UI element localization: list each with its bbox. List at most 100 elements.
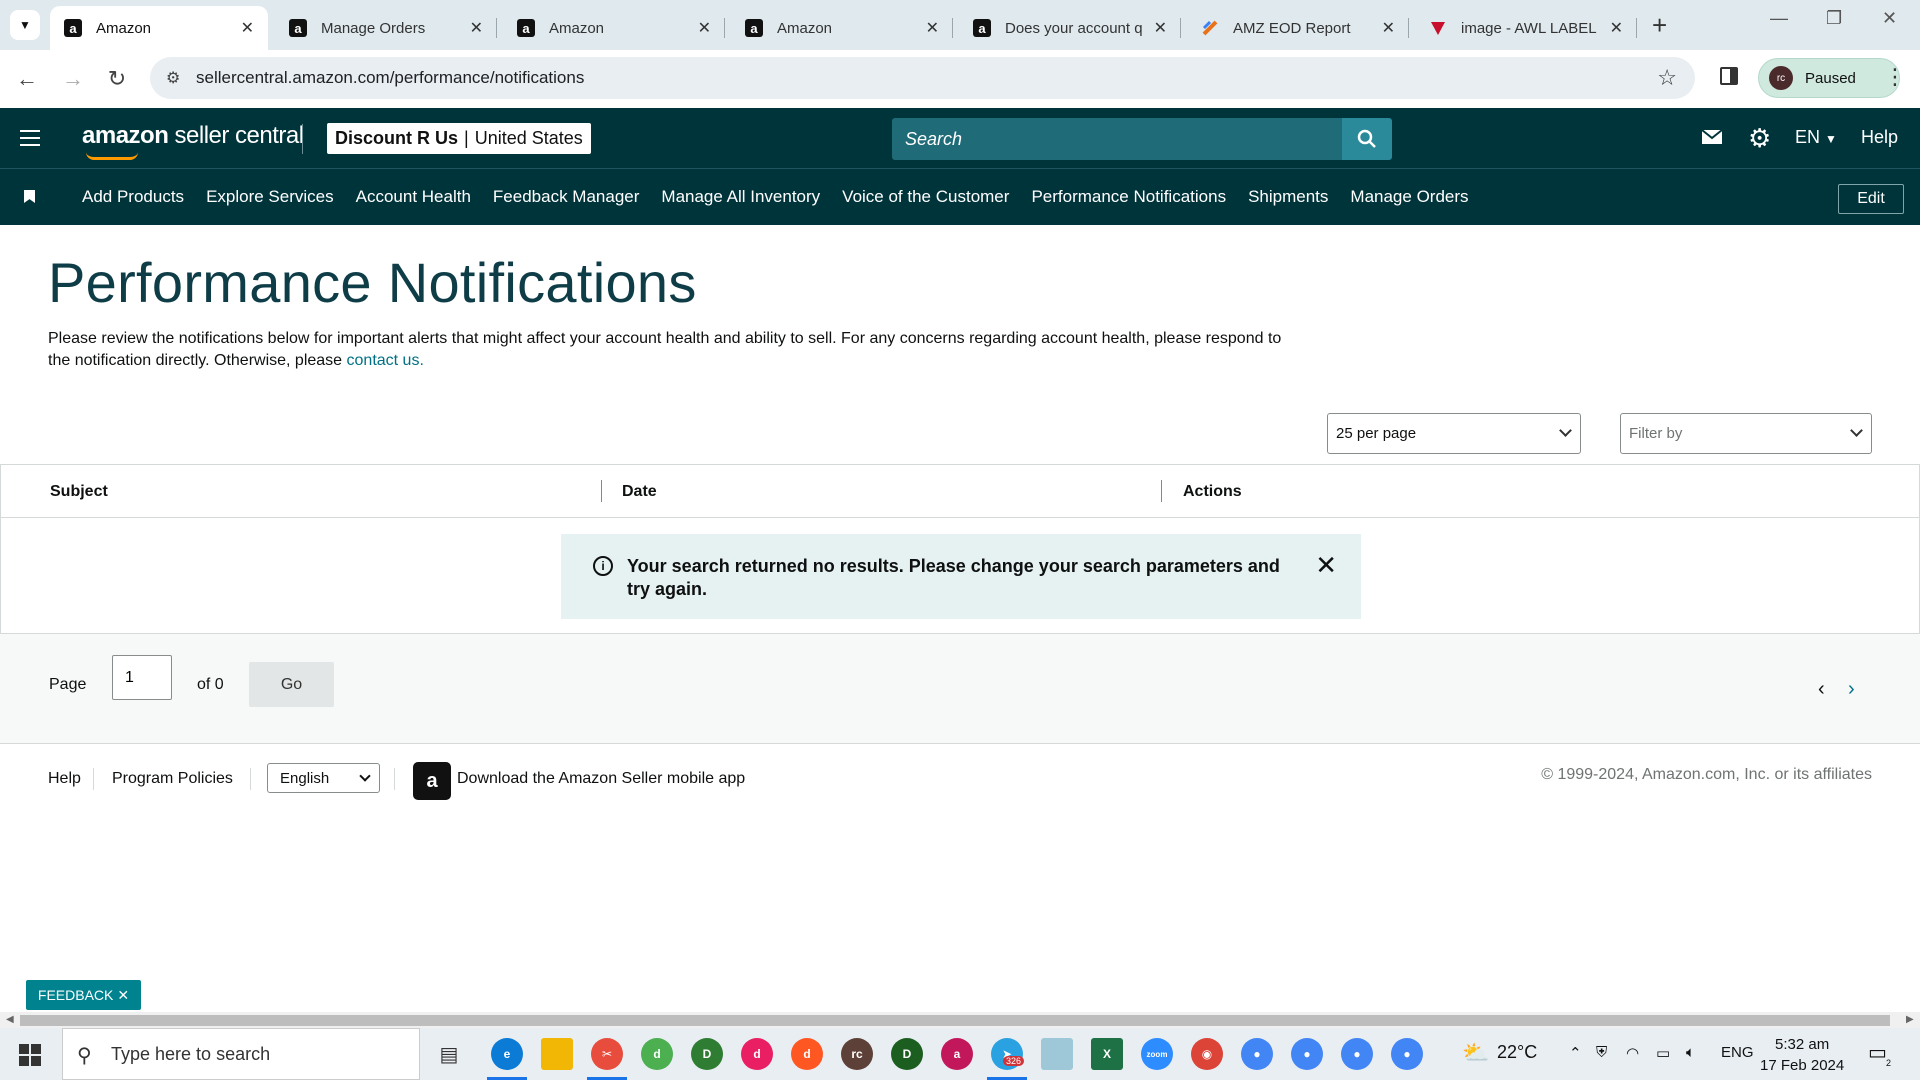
side-panel-icon[interactable]: [1720, 67, 1738, 85]
chrome-profile-icon[interactable]: ●: [1341, 1038, 1373, 1070]
profile-button[interactable]: rc Paused: [1758, 58, 1900, 98]
browser-tab[interactable]: a Manage Orders ✕: [275, 6, 497, 50]
nav-link-explore-services[interactable]: Explore Services: [206, 187, 334, 207]
language-selector[interactable]: EN ▼: [1795, 127, 1837, 148]
close-tab-icon[interactable]: ✕: [1154, 18, 1167, 38]
close-icon[interactable]: ✕: [1315, 552, 1337, 578]
column-header-subject[interactable]: Subject: [50, 483, 108, 501]
input-language[interactable]: ENG: [1721, 1044, 1754, 1061]
bookmark-icon[interactable]: [24, 190, 35, 203]
nav-link-shipments[interactable]: Shipments: [1248, 187, 1328, 207]
tray-expand-icon[interactable]: ⌃: [1569, 1044, 1582, 1062]
file-explorer-icon[interactable]: [541, 1038, 573, 1070]
scroll-left-icon[interactable]: ◀: [6, 1012, 14, 1028]
browser-menu-icon[interactable]: ⋮: [1884, 64, 1906, 90]
mail-icon[interactable]: [1701, 126, 1723, 152]
forward-icon[interactable]: →: [58, 64, 88, 94]
settings-gear-icon[interactable]: ⚙: [1748, 123, 1771, 154]
task-view-icon[interactable]: ▤: [433, 1038, 465, 1070]
store-switcher[interactable]: Discount R Us | United States: [327, 123, 591, 154]
chrome-profile-icon[interactable]: ●: [1291, 1038, 1323, 1070]
chrome-profile-icon[interactable]: D: [691, 1038, 723, 1070]
wifi-icon[interactable]: ◠: [1626, 1044, 1639, 1062]
windows-start-icon[interactable]: [19, 1044, 41, 1066]
close-tab-icon[interactable]: ✕: [241, 18, 254, 38]
chrome-profile-icon[interactable]: d: [741, 1038, 773, 1070]
taskbar-search-input[interactable]: ⚲ Type here to search: [62, 1028, 420, 1080]
chrome-profile-icon[interactable]: d: [791, 1038, 823, 1070]
nav-link-account-health[interactable]: Account Health: [356, 187, 471, 207]
per-page-select[interactable]: 25 per page: [1327, 413, 1581, 454]
browser-tab[interactable]: a Does your account q ✕: [959, 6, 1181, 50]
nav-link-feedback-manager[interactable]: Feedback Manager: [493, 187, 639, 207]
weather-temp[interactable]: 22°C: [1497, 1042, 1537, 1063]
tab-divider: [1408, 18, 1409, 38]
back-icon[interactable]: ←: [12, 64, 42, 94]
zoom-icon[interactable]: zoom: [1141, 1038, 1173, 1070]
download-app-link[interactable]: Download the Amazon Seller mobile app: [457, 770, 745, 788]
chrome-profile-icon[interactable]: d: [641, 1038, 673, 1070]
filter-select[interactable]: Filter by: [1620, 413, 1872, 454]
edge-icon[interactable]: e: [491, 1038, 523, 1070]
column-header-date[interactable]: Date: [622, 483, 657, 501]
weather-icon[interactable]: ⛅: [1462, 1040, 1489, 1066]
hamburger-menu-icon[interactable]: [20, 130, 40, 146]
browser-tab[interactable]: image - AWL LABEL ✕: [1415, 6, 1637, 50]
chrome-profile-icon[interactable]: a: [941, 1038, 973, 1070]
chrome-icon[interactable]: ◉: [1191, 1038, 1223, 1070]
search-button[interactable]: [1342, 118, 1392, 160]
browser-tab[interactable]: a Amazon ✕: [503, 6, 725, 50]
previous-page-icon[interactable]: ‹: [1818, 678, 1825, 701]
bookmark-star-icon[interactable]: ☆: [1657, 65, 1677, 91]
close-tab-icon[interactable]: ✕: [470, 18, 483, 38]
footer-language-select[interactable]: English: [267, 763, 380, 793]
window-close-icon[interactable]: ✕: [1882, 8, 1897, 29]
seller-central-logo[interactable]: amazon seller central: [82, 122, 304, 160]
browser-tab[interactable]: a Amazon ✕: [731, 6, 953, 50]
chrome-profile-icon[interactable]: ●: [1241, 1038, 1273, 1070]
nav-link-voice-of-customer[interactable]: Voice of the Customer: [842, 187, 1009, 207]
contact-us-link[interactable]: contact us.: [347, 352, 424, 369]
horizontal-scrollbar[interactable]: ◀ ▶: [0, 1012, 1920, 1028]
help-link[interactable]: Help: [1861, 127, 1898, 148]
new-tab-button[interactable]: +: [1652, 10, 1667, 40]
chrome-profile-icon[interactable]: rc: [841, 1038, 873, 1070]
address-bar[interactable]: ⚙ sellercentral.amazon.com/performance/n…: [150, 57, 1695, 99]
nav-link-manage-orders[interactable]: Manage Orders: [1350, 187, 1468, 207]
taskbar-clock[interactable]: 5:32 am 17 Feb 2024: [1760, 1034, 1844, 1076]
close-tab-icon[interactable]: ✕: [1382, 18, 1395, 38]
nav-link-manage-inventory[interactable]: Manage All Inventory: [661, 187, 820, 207]
program-policies-link[interactable]: Program Policies: [112, 770, 233, 788]
site-info-icon[interactable]: ⚙: [166, 68, 180, 88]
close-icon[interactable]: ✕: [117, 987, 129, 1004]
security-icon[interactable]: ⛨: [1596, 1044, 1607, 1061]
footer-help-link[interactable]: Help: [48, 770, 81, 788]
restore-icon[interactable]: ❐: [1826, 8, 1842, 29]
app-icon[interactable]: ✂: [591, 1038, 623, 1070]
minimize-icon[interactable]: —: [1770, 8, 1788, 29]
feedback-button[interactable]: FEEDBACK ✕: [26, 980, 141, 1010]
volume-icon[interactable]: 🔈︎: [1686, 1044, 1695, 1061]
next-page-icon[interactable]: ›: [1848, 678, 1855, 701]
chrome-profile-icon[interactable]: D: [891, 1038, 923, 1070]
seller-app-icon[interactable]: a: [413, 762, 451, 800]
page-number-input[interactable]: [112, 655, 172, 700]
notepad-icon[interactable]: [1041, 1038, 1073, 1070]
close-tab-icon[interactable]: ✕: [698, 18, 711, 38]
nav-link-add-products[interactable]: Add Products: [82, 187, 184, 207]
battery-icon[interactable]: ▭: [1656, 1044, 1670, 1062]
go-button[interactable]: Go: [249, 662, 334, 707]
scroll-right-icon[interactable]: ▶: [1906, 1012, 1914, 1028]
chrome-profile-icon[interactable]: ●: [1391, 1038, 1423, 1070]
browser-tab[interactable]: a Amazon ✕: [50, 6, 268, 50]
close-tab-icon[interactable]: ✕: [926, 18, 939, 38]
excel-icon[interactable]: X: [1091, 1038, 1123, 1070]
close-tab-icon[interactable]: ✕: [1610, 18, 1623, 38]
edit-nav-button[interactable]: Edit: [1838, 184, 1904, 214]
tab-search-button[interactable]: ▼: [10, 10, 40, 40]
browser-tab[interactable]: AMZ EOD Report ✕: [1187, 6, 1409, 50]
reload-icon[interactable]: ↻: [102, 64, 132, 94]
search-input[interactable]: Search: [892, 118, 1342, 160]
scrollbar-thumb[interactable]: [20, 1015, 1890, 1026]
nav-link-performance-notifications[interactable]: Performance Notifications: [1031, 187, 1226, 207]
